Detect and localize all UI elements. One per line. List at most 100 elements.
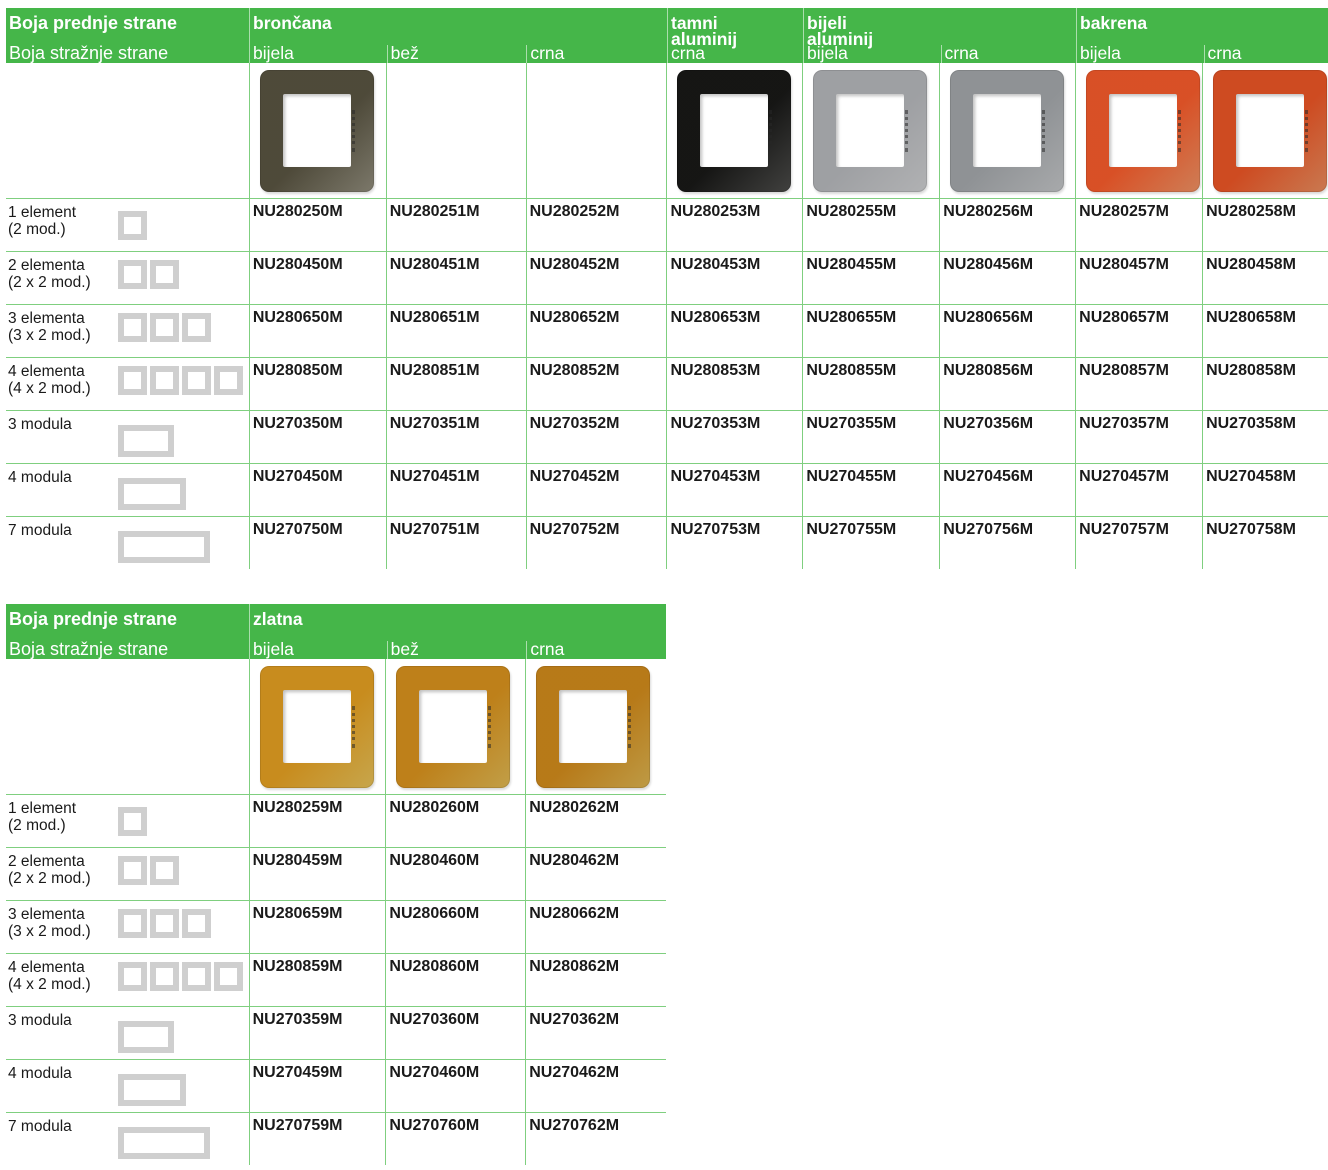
product-table-2: Boja prednje strane Boja stražnje strane z…: [6, 604, 666, 1165]
frame-pictogram-icon: [118, 260, 179, 289]
header-label-column: Boja prednje strane Boja stražnje strane: [6, 604, 249, 659]
back-color-name: bijela: [807, 45, 848, 63]
product-code: NU270757M: [1075, 517, 1202, 569]
product-code: NU280460M: [385, 848, 525, 900]
frame-type-cell: 3 modula: [6, 1007, 249, 1059]
module-slot: [118, 531, 210, 563]
module-slot: [118, 1021, 174, 1053]
white-aluminium-cover-plate: [950, 70, 1065, 192]
product-code: NU280251M: [385, 199, 526, 251]
product-code: NU280659M: [248, 901, 386, 953]
plate-opening: [973, 94, 1042, 167]
back-color-name: crna: [1203, 45, 1328, 63]
product-image-cell: [385, 63, 526, 198]
product-table-1: Boja prednje strane Boja stražnje strane b…: [6, 8, 1328, 569]
back-color-name: bež: [386, 45, 527, 63]
product-code: NU270453M: [666, 464, 802, 516]
product-code: NU270753M: [666, 517, 802, 569]
product-code: NU280457M: [1075, 252, 1202, 304]
product-image-cell: [666, 63, 802, 198]
back-color-row: bijela crna: [1077, 45, 1328, 63]
frame-type-cell: 4 elementa (4 x 2 mod.): [6, 954, 249, 1006]
frame-type-label: 4 modula: [8, 469, 72, 486]
product-code: NU280655M: [802, 305, 939, 357]
product-code: NU270760M: [385, 1113, 525, 1165]
product-code: NU280856M: [939, 358, 1075, 410]
frame-type-label: 7 modula: [8, 1118, 72, 1135]
back-color-label-row: Boja stražnje strane: [6, 45, 249, 63]
module-slot: [150, 260, 179, 289]
table-row: 3 modula NU270350M NU270351M NU270352M NU270…: [6, 410, 1328, 463]
plate-clip: [628, 706, 632, 748]
front-color-label: Boja prednje strane: [9, 609, 178, 629]
frame-pictogram-icon: [118, 909, 211, 938]
product-code: NU270758M: [1202, 517, 1328, 569]
product-code: NU270350M: [248, 411, 386, 463]
product-code: NU280658M: [1202, 305, 1328, 357]
frame-type-cell: 3 modula: [6, 411, 249, 463]
header-label-column: Boja prednje strane Boja stražnje strane: [6, 8, 249, 63]
product-code: NU270462M: [525, 1060, 666, 1112]
back-color-label-row: Boja stražnje strane: [6, 641, 249, 659]
product-image-row: [6, 63, 1328, 198]
back-color-row: bijela bež crna: [250, 641, 667, 659]
product-code: NU280651M: [385, 305, 526, 357]
product-code: NU280662M: [525, 901, 666, 953]
product-code: NU280657M: [1075, 305, 1202, 357]
product-image-cell: [525, 659, 666, 794]
front-color-label: Boja prednje strane: [9, 13, 178, 33]
product-code: NU280259M: [248, 795, 386, 847]
front-color-group: tamni aluminij crna: [667, 8, 803, 63]
product-code: NU270458M: [1202, 464, 1328, 516]
front-color-group: bijeli aluminij bijela crna: [803, 8, 1076, 63]
product-code: NU270751M: [385, 517, 526, 569]
product-code: NU280858M: [1202, 358, 1328, 410]
frame-type-cell: 1 element (2 mod.): [6, 795, 249, 847]
table-row: 4 modula NU270450M NU270451M NU270452M NU270…: [6, 463, 1328, 516]
module-slot: [118, 807, 147, 836]
table-header: Boja prednje strane Boja stražnje strane b…: [6, 8, 1328, 63]
frame-type-cell: 7 modula: [6, 1113, 249, 1165]
module-slot: [118, 1127, 210, 1159]
frame-type-cell: 4 modula: [6, 1060, 249, 1112]
product-image-cell: [1202, 63, 1328, 198]
product-code: NU280257M: [1075, 199, 1202, 251]
copper-cover-plate: [1213, 70, 1328, 192]
product-code: NU280852M: [525, 358, 667, 410]
module-slot: [118, 366, 147, 395]
product-code: NU280450M: [248, 252, 386, 304]
table-header: Boja prednje strane Boja stražnje strane z…: [6, 604, 666, 659]
module-slot: [182, 909, 211, 938]
gold-cover-plate: [536, 666, 651, 788]
back-color-row: bijela bež crna: [250, 45, 667, 63]
product-code: NU280656M: [939, 305, 1075, 357]
module-slot: [118, 478, 186, 510]
product-code: NU270750M: [248, 517, 386, 569]
copper-cover-plate: [1086, 70, 1201, 192]
module-slot: [118, 211, 147, 240]
back-color-name: crna: [526, 45, 667, 63]
product-code: NU280260M: [385, 795, 525, 847]
table-row: 4 modula NU270459M NU270460M NU270462M: [6, 1059, 666, 1112]
product-code: NU280851M: [385, 358, 526, 410]
product-code: NU280458M: [1202, 252, 1328, 304]
module-slot: [182, 366, 211, 395]
frame-type-label: 3 modula: [8, 1012, 72, 1029]
product-code: NU280256M: [939, 199, 1075, 251]
frame-type-label: 4 elementa (4 x 2 mod.): [8, 959, 91, 993]
back-color-name: bijela: [1080, 45, 1121, 63]
frame-type-cell: 7 modula: [6, 517, 249, 569]
product-code: NU280853M: [666, 358, 802, 410]
product-code: NU280653M: [666, 305, 802, 357]
frame-type-label: 2 elementa (2 x 2 mod.): [8, 257, 91, 291]
frame-pictogram-icon: [118, 313, 211, 342]
table-row: 4 elementa (4 x 2 mod.) NU280850M NU280851…: [6, 357, 1328, 410]
front-color-group: zlatna bijela bež crna: [249, 604, 667, 659]
back-color-name: bijela: [253, 641, 294, 659]
table-row: 1 element (2 mod.) NU280259M NU280260M NU28…: [6, 794, 666, 847]
product-code: NU280262M: [525, 795, 666, 847]
module-slot: [150, 366, 179, 395]
plate-opening: [419, 690, 488, 763]
frame-pictogram-icon: [118, 1127, 210, 1159]
product-code: NU280255M: [802, 199, 939, 251]
